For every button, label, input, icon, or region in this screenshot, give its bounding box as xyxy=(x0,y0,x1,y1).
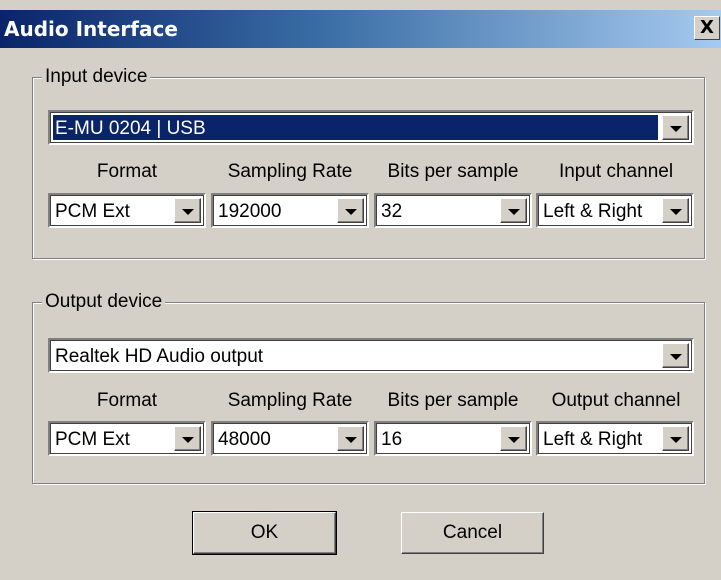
input-sampling-rate-value: 192000 xyxy=(218,201,282,222)
input-format-select[interactable]: PCM Ext xyxy=(48,193,206,228)
output-bits-value: 16 xyxy=(381,429,403,450)
chevron-down-icon[interactable] xyxy=(337,198,364,223)
chevron-down-icon[interactable] xyxy=(500,198,527,223)
output-sampling-rate-label: Sampling Rate xyxy=(227,390,353,411)
chevron-down-icon[interactable] xyxy=(174,426,201,451)
input-sampling-rate-label: Sampling Rate xyxy=(227,161,353,182)
input-bits-value: 32 xyxy=(381,201,403,222)
chevron-down-icon[interactable] xyxy=(337,426,364,451)
input-format-label: Format xyxy=(96,161,158,182)
window-title: Audio Interface xyxy=(4,17,178,41)
input-bits-select[interactable]: 32 xyxy=(374,193,532,228)
input-device-select[interactable]: E-MU 0204 | USB xyxy=(48,110,694,145)
close-button[interactable]: X xyxy=(694,16,720,40)
chevron-down-icon[interactable] xyxy=(500,426,527,451)
output-channel-label: Output channel xyxy=(551,390,681,411)
output-device-value: Realtek HD Audio output xyxy=(55,346,264,367)
input-channel-select[interactable]: Left & Right xyxy=(536,193,694,228)
output-device-select[interactable]: Realtek HD Audio output xyxy=(48,338,694,373)
output-bits-select[interactable]: 16 xyxy=(374,421,532,456)
output-device-label: Output device xyxy=(42,291,166,313)
input-bits-label: Bits per sample xyxy=(387,161,519,182)
input-format-value: PCM Ext xyxy=(55,201,130,222)
audio-interface-dialog: Audio Interface X Input device E-MU 0204… xyxy=(0,0,721,580)
close-icon: X xyxy=(700,17,714,38)
chevron-down-icon[interactable] xyxy=(174,198,201,223)
output-format-label: Format xyxy=(96,390,158,411)
input-device-label: Input device xyxy=(42,66,151,88)
output-bits-label: Bits per sample xyxy=(387,390,519,411)
input-device-value: E-MU 0204 | USB xyxy=(53,115,658,140)
chevron-down-icon[interactable] xyxy=(662,426,689,451)
input-channel-value: Left & Right xyxy=(543,201,643,222)
output-format-select[interactable]: PCM Ext xyxy=(48,421,206,456)
chevron-down-icon[interactable] xyxy=(662,115,689,140)
output-sampling-rate-value: 48000 xyxy=(218,429,271,450)
chevron-down-icon[interactable] xyxy=(662,198,689,223)
input-sampling-rate-select[interactable]: 192000 xyxy=(211,193,369,228)
output-format-value: PCM Ext xyxy=(55,429,130,450)
cancel-button[interactable]: Cancel xyxy=(401,512,544,554)
input-channel-label: Input channel xyxy=(558,161,674,182)
output-channel-value: Left & Right xyxy=(543,429,643,450)
output-channel-select[interactable]: Left & Right xyxy=(536,421,694,456)
chevron-down-icon[interactable] xyxy=(662,343,689,368)
title-bar[interactable]: Audio Interface X xyxy=(0,10,721,48)
ok-button[interactable]: OK xyxy=(192,511,337,555)
output-sampling-rate-select[interactable]: 48000 xyxy=(211,421,369,456)
